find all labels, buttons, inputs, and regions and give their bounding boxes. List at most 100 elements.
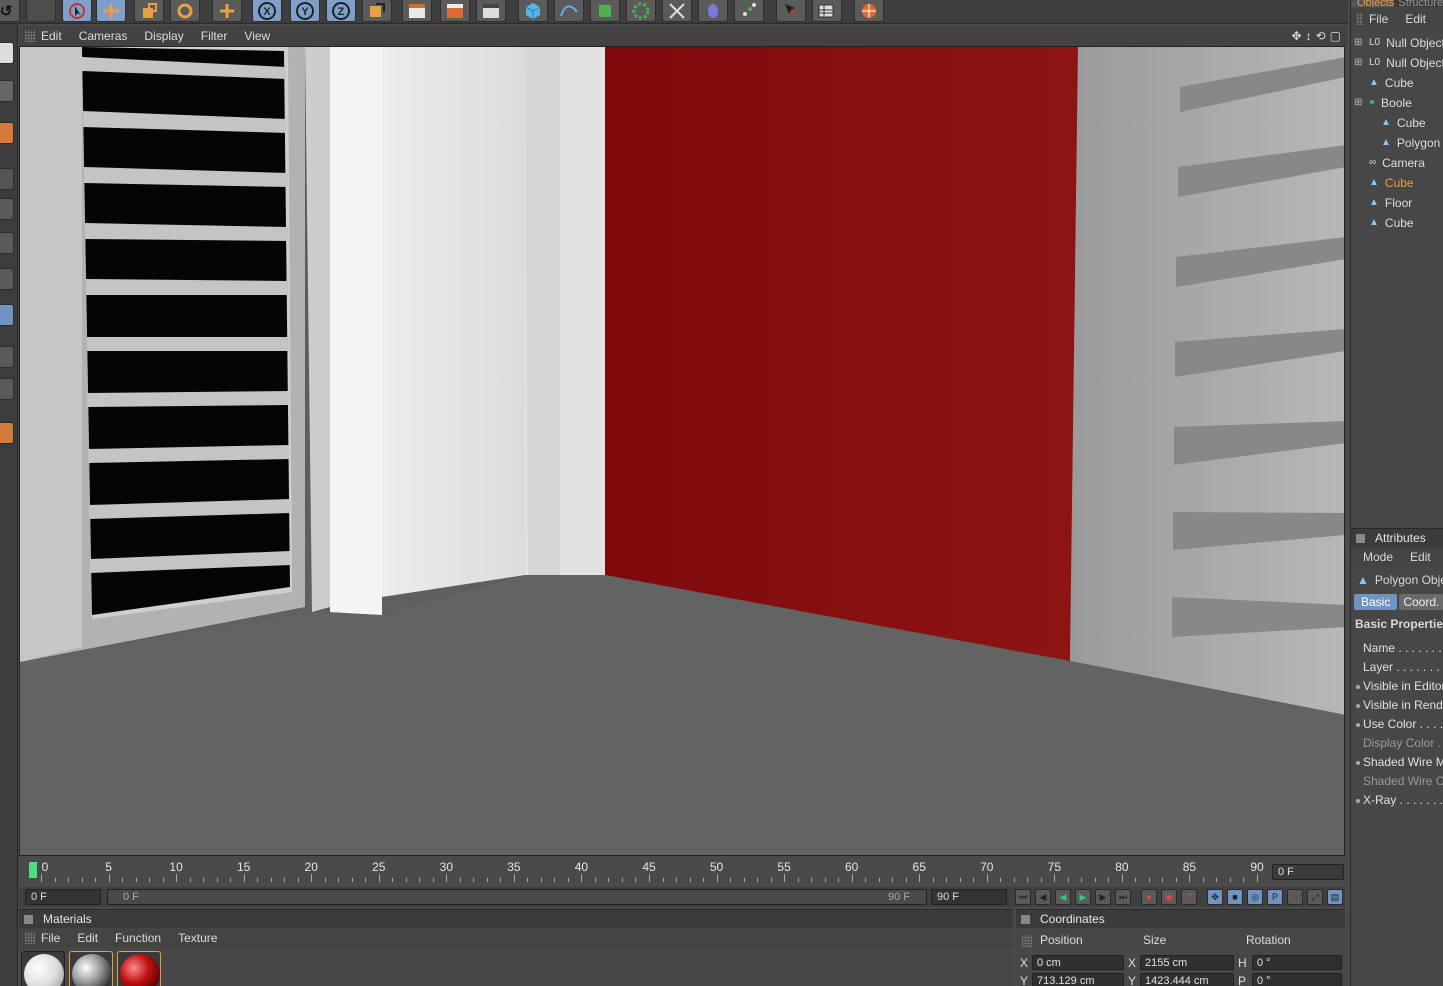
materials-menu-edit[interactable]: Edit [77, 931, 107, 945]
points-mode-icon[interactable] [0, 198, 14, 220]
attributes-menu-edit[interactable]: Edit [1410, 550, 1440, 564]
scheme-icon[interactable]: ▤ [1327, 889, 1343, 905]
object-tree-item[interactable]: ∞ Camera [1351, 153, 1443, 172]
animation-dot-icon[interactable] [1356, 704, 1360, 708]
timeline-ruler[interactable]: 0 5 10 15 20 25 30 35 40 45 50 55 60 65 70 75 80 85 90 0 F [19, 858, 1345, 886]
orbit-view-icon[interactable]: ⟲ [1316, 29, 1326, 43]
autokey-icon[interactable]: ◉ [1161, 889, 1177, 905]
texture-mode-icon[interactable] [0, 122, 14, 144]
go-to-start-icon[interactable]: ⏮ [1015, 889, 1031, 905]
move-icon[interactable] [96, 0, 126, 22]
object-tree-item[interactable]: ▲ Cube [1351, 73, 1443, 92]
materials-menu-file[interactable]: File [41, 931, 69, 945]
attribute-label[interactable]: Use Color . . . . . [1363, 717, 1443, 731]
spline-icon[interactable] [554, 0, 584, 22]
modeling-array-icon[interactable] [626, 0, 656, 22]
end-frame-field[interactable]: 90 F [931, 889, 1007, 905]
undo-icon[interactable]: ↺ [0, 0, 20, 22]
camera-light-icon[interactable] [776, 0, 806, 22]
rotation-h-field[interactable]: 0 ° [1252, 955, 1342, 970]
object-tree-item[interactable]: ▲ Polygon [1351, 133, 1443, 152]
polygons-mode-icon[interactable] [0, 268, 14, 290]
attribute-label[interactable]: Name . . . . . . . . [1363, 641, 1443, 655]
render-view-icon[interactable] [402, 0, 432, 22]
attribute-label[interactable]: Shaded Wire Color [1363, 774, 1443, 788]
tag-icon[interactable] [812, 0, 842, 22]
deformer-icon[interactable] [662, 0, 692, 22]
attribute-label[interactable]: Visible in Renderer [1363, 698, 1443, 712]
tab-objects[interactable]: Objects [1351, 0, 1395, 7]
viewport-menu-view[interactable]: View [244, 29, 279, 43]
viewport-menu-display[interactable]: Display [144, 29, 192, 43]
record-pla-icon[interactable]: ⁘ [1287, 889, 1303, 905]
nurbs-icon[interactable] [590, 0, 620, 22]
zoom-view-icon[interactable]: ↕ [1306, 29, 1312, 43]
cube-primitive-icon[interactable] [518, 0, 548, 22]
materials-menu-function[interactable]: Function [115, 931, 170, 945]
workplane-icon[interactable] [0, 168, 14, 190]
expand-toggle-icon[interactable]: ⊞ [1354, 37, 1362, 48]
position-y-field[interactable]: 713.129 cm [1032, 973, 1124, 986]
object-tree-item[interactable]: ▲ Cube [1351, 113, 1443, 132]
play-forwards-icon[interactable]: ▶ [1075, 889, 1091, 905]
object-tree-item[interactable]: ▲ Cube [1351, 213, 1443, 232]
previous-key-icon[interactable]: ◀ [1035, 889, 1051, 905]
3d-viewport[interactable] [19, 46, 1345, 856]
object-tree-item[interactable]: ⊞ L0 Null Object [1351, 33, 1443, 52]
axis-mode-icon[interactable] [0, 304, 14, 326]
materials-menu-texture[interactable]: Texture [178, 931, 226, 945]
attribute-label[interactable]: X-Ray . . . . . . . . [1363, 793, 1443, 807]
record-scale-icon[interactable]: ■ [1227, 889, 1243, 905]
live-selection-icon[interactable] [62, 0, 92, 22]
attribute-label[interactable]: Visible in Editor [1363, 679, 1443, 693]
edges-mode-icon[interactable] [0, 232, 14, 254]
z-axis-icon[interactable]: Z [326, 0, 356, 22]
scale-icon[interactable] [134, 0, 164, 22]
tab-structure[interactable]: Structure [1394, 0, 1443, 7]
object-tree-item[interactable]: ▲ Floor [1351, 193, 1443, 212]
attribute-label[interactable]: Shaded Wire Mode [1363, 755, 1443, 769]
size-x-field[interactable]: 2155 cm [1140, 955, 1234, 970]
attribute-label[interactable]: Layer . . . . . . . . [1363, 660, 1443, 674]
material-swatch-chrome[interactable] [69, 951, 113, 986]
y-axis-icon[interactable]: Y [290, 0, 320, 22]
record-active-icon[interactable]: ● [1141, 889, 1157, 905]
particle-icon[interactable] [734, 0, 764, 22]
make-editable-icon[interactable] [0, 42, 14, 64]
object-tree-item[interactable]: ⊞ L0 Null Object [1351, 53, 1443, 72]
record-rotation-icon[interactable]: ◎ [1247, 889, 1263, 905]
scene-environment-icon[interactable] [698, 0, 728, 22]
keyframe-selection-icon[interactable]: ? [1181, 889, 1197, 905]
snap-icon[interactable] [0, 378, 14, 400]
next-key-icon[interactable]: ▶ [1095, 889, 1111, 905]
animation-dot-icon[interactable] [1356, 685, 1360, 689]
redo-icon[interactable] [26, 0, 56, 22]
lock-workplane-icon[interactable] [0, 422, 14, 444]
add-icon[interactable] [212, 0, 242, 22]
attribute-label[interactable]: Display Color . . [1363, 736, 1443, 750]
grip-icon[interactable] [25, 30, 35, 42]
material-swatch-red[interactable] [117, 951, 161, 986]
rotation-p-field[interactable]: 0 ° [1252, 973, 1342, 986]
position-x-field[interactable]: 0 cm [1032, 955, 1124, 970]
record-position-icon[interactable]: ✥ [1207, 889, 1223, 905]
object-tree-item[interactable]: ▲ Cube [1351, 173, 1443, 192]
interpolation-icon[interactable]: ⤢ [1307, 889, 1323, 905]
grip-icon[interactable] [25, 932, 35, 944]
record-parameter-icon[interactable]: P [1267, 889, 1283, 905]
viewport-menu-filter[interactable]: Filter [201, 29, 237, 43]
viewport-menu-edit[interactable]: Edit [41, 29, 71, 43]
object-tree-item[interactable]: ⊞ ● Boole [1351, 93, 1443, 112]
objects-menu-edit[interactable]: Edit [1405, 12, 1435, 26]
maximize-view-icon[interactable]: ▢ [1330, 29, 1341, 43]
go-to-end-icon[interactable]: ⏭ [1115, 889, 1131, 905]
render-settings-icon[interactable] [476, 0, 506, 22]
animation-dot-icon[interactable] [1356, 799, 1360, 803]
animation-dot-icon[interactable] [1356, 723, 1360, 727]
start-frame-field[interactable]: 0 F [25, 889, 101, 905]
playhead-marker[interactable] [29, 862, 37, 878]
expand-toggle-icon[interactable]: ⊞ [1354, 57, 1362, 68]
grip-icon[interactable] [1357, 13, 1363, 25]
current-frame-field[interactable]: 0 F [1272, 864, 1344, 880]
pan-view-icon[interactable]: ✥ [1292, 29, 1302, 43]
